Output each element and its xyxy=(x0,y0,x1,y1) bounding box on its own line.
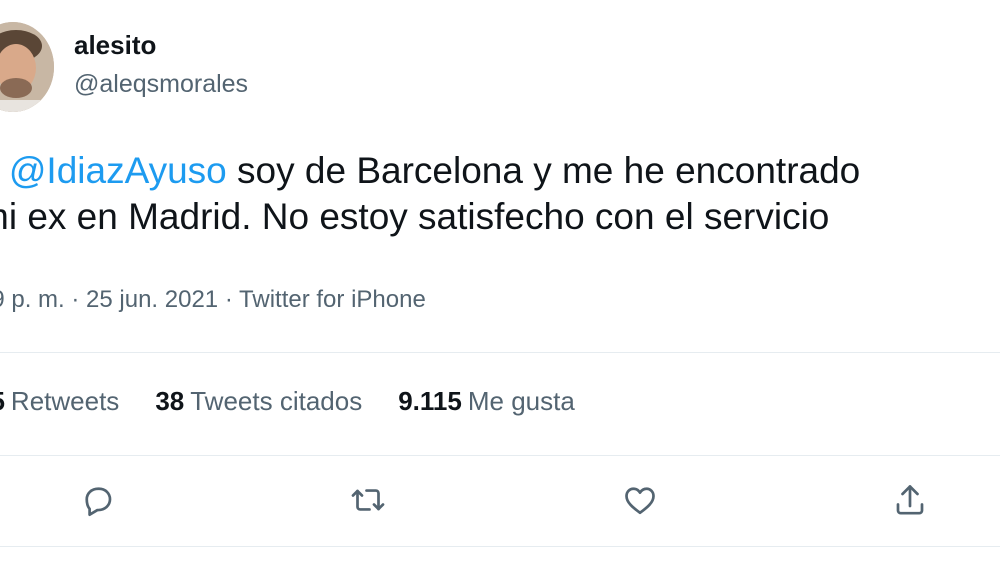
user-handle[interactable]: @aleqsmorales xyxy=(74,70,248,99)
retweets-stat[interactable]: 55Retweets xyxy=(0,386,119,417)
tweet-timestamp[interactable]: 39 p. m. · 25 jun. 2021 · Twitter for iP… xyxy=(0,286,426,314)
likes-label: Me gusta xyxy=(467,386,575,416)
reply-button[interactable] xyxy=(78,480,118,520)
display-name[interactable]: alesito xyxy=(74,30,156,61)
quotes-count: 38 xyxy=(155,386,185,416)
divider xyxy=(0,352,1000,353)
tweet-text-line-2: mi ex en Madrid. No estoy satisfecho con… xyxy=(0,196,830,237)
divider xyxy=(0,546,1000,547)
engagement-stats: 55Retweets 38Tweets citados 9.115Me gust… xyxy=(0,386,575,417)
share-button[interactable] xyxy=(890,480,930,520)
quotes-stat[interactable]: 38 Tweets citados xyxy=(155,386,362,417)
share-icon xyxy=(896,485,924,515)
tweet-text-suffix: soy de Barcelona y me he encontrado xyxy=(226,150,861,191)
like-icon xyxy=(625,487,655,515)
reply-icon xyxy=(85,487,112,517)
like-button[interactable] xyxy=(620,480,660,520)
retweets-label: Retweets xyxy=(10,386,120,416)
avatar[interactable] xyxy=(0,22,54,112)
retweet-icon xyxy=(351,489,385,511)
quotes-label: Tweets citados xyxy=(190,386,363,416)
tweet-text-prefix: a xyxy=(0,150,9,191)
retweet-button[interactable] xyxy=(348,480,388,520)
likes-count: 9.115 xyxy=(398,386,462,416)
retweets-count: 55 xyxy=(0,386,5,416)
tweet-text: a @IdiazAyuso soy de Barcelona y me he e… xyxy=(0,148,1000,240)
divider xyxy=(0,455,1000,456)
tweet-text-line-1: a @IdiazAyuso soy de Barcelona y me he e… xyxy=(0,148,1000,194)
mention-link[interactable]: @IdiazAyuso xyxy=(9,150,227,191)
likes-stat[interactable]: 9.115 Me gusta xyxy=(398,386,575,417)
tweet-card: alesito @aleqsmorales a @IdiazAyuso soy … xyxy=(0,0,1000,567)
